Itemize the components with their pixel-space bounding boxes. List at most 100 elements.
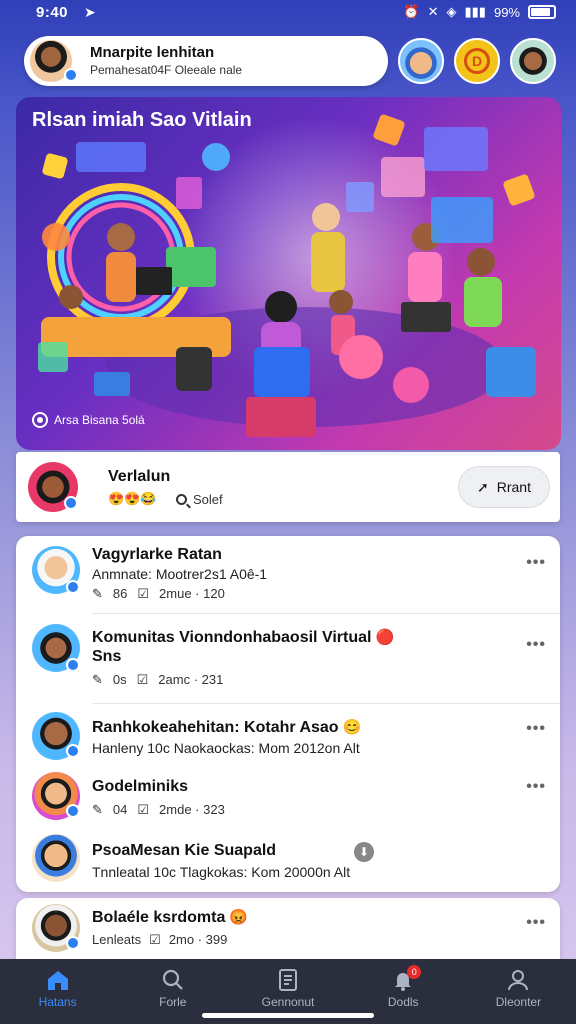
list-item[interactable]: PsoaMesan Kie Suapald ⬇ Tnnleatal 10c Tl… [16,828,560,892]
list-item[interactable]: Ranhkokeahehitan: Kotahr Asao 😊 Hanleny 1… [16,704,560,766]
list-item-stats: ✎ 04 ☑ 2mde · 323 [92,802,225,818]
list-item-stats: Lenleats ☑ 2mo · 399 [92,932,227,948]
stat-time: 2mo · 399 [168,932,228,947]
featured-card[interactable]: Verlalun 😍😍😂 Solef ➚ Rrant [16,452,560,522]
list-item-title: PsoaMesan Kie Suapald [92,842,277,859]
list-item[interactable]: Komunitas Vionndonhabaosil Virtual 🔴 Sns … [16,614,560,704]
more-options-button[interactable]: ••• [526,554,546,572]
battery-percent: 99% [493,4,520,20]
alarm-icon: ⏰ [403,4,420,19]
download-icon[interactable]: ⬇ [354,842,374,862]
badge-emoji: 🔴 [375,629,395,646]
list-item-title: Vagyrlarke Ratan [92,546,222,563]
search-icon [162,969,183,990]
list-item-stats: ✎ 86 ☑ 2mue · 120 [92,586,225,602]
stat-time: 2mde · 323 [159,802,225,817]
nav-home-label: Hatans [38,995,77,1009]
document-icon [279,969,297,991]
badge-emoji: 😡 [229,909,249,926]
status-time: 9:40 [36,4,69,21]
action-button[interactable]: ➚ Rrant [458,466,550,508]
banner-title: Rlsan imiah Sao Vitlain [32,109,252,131]
list-item-title: Bolaéle ksrdomta 😡 [92,908,248,927]
location-arrow-icon: ➤ [84,4,96,20]
search-icon [176,494,187,505]
verified-badge-icon [66,580,80,594]
coin-icon: D [464,48,490,74]
bottom-navigation: Hatans Forle Gennonut 0 Dodls Dleonter [0,959,576,1024]
verified-badge-icon [66,804,80,818]
nav-home[interactable]: Hatans [0,959,115,1024]
verified-badge-icon [64,496,78,510]
bell-icon: 0 [391,965,422,991]
action-button-label: Rrant [496,479,531,495]
record-icon [32,412,48,428]
list-item[interactable]: Godelminiks ✎ 04 ☑ 2mde · 323 ••• [16,766,560,828]
mute-icon: ✕ [427,4,439,19]
list-item-stats: ✎ 0s ☑ 2amc · 231 [92,672,223,688]
checkbox-icon: ☑ [136,672,149,687]
list-item-title-text: Komunitas Vionndonhabaosil Virtual [92,629,372,646]
list-item[interactable]: Bolaéle ksrdomta 😡 Lenleats ☑ 2mo · 399 •… [16,898,560,960]
battery-icon [528,5,556,19]
nav-notifications-label: Dodls [387,995,419,1009]
sort-label: Solef [193,492,223,507]
list-item-title-line2: Sns [92,648,122,665]
checkbox-icon: ☑ [149,932,161,947]
comment-icon: ✎ [92,672,103,687]
verified-badge-icon [66,936,80,950]
checkbox-icon: ☑ [137,802,150,817]
sort-control[interactable]: Solef [176,492,223,507]
more-options-button[interactable]: ••• [526,778,546,796]
profile-subtitle: Pemahesat04F Oleeale nale [90,63,243,77]
user-avatar-button[interactable] [510,38,556,84]
hero-banner[interactable]: Rlsan imiah Sao Vitlain [16,97,561,450]
list-item-subtitle: Anmnate: Mootrer2s1 A0ê-1 [92,566,268,582]
more-options-button[interactable]: ••• [526,914,546,932]
share-arrow-icon: ➚ [477,478,489,495]
more-options-button[interactable]: ••• [526,636,546,654]
list-item-avatar [32,834,80,882]
coins-button[interactable]: D [454,38,500,84]
list-item-title: Ranhkokeahehitan: Kotahr Asao 😊 [92,718,361,737]
list-item-title-text: Ranhkokeahehitan: Kotahr Asao [92,719,339,736]
reaction-emojis: 😍😍😂 [108,491,157,506]
comment-icon: ✎ [92,586,103,601]
list-item-subtitle: Tnnleatal 10c Tlagkokas: Kom 20000n Alt [92,864,351,880]
stat-count: 0s [112,672,127,687]
profile-pill[interactable]: Mnarpite lenhitan Pemahesat04F Oleeale n… [24,36,388,86]
signal-icon: ▮▮▮ [464,4,486,19]
list-item-title: Komunitas Vionndonhabaosil Virtual 🔴 [92,628,394,647]
banner-meta: Arsa Bisana 5olá [32,412,145,428]
hero-illustration [38,114,536,437]
stat-count: 86 [112,586,128,601]
checkbox-icon: ☑ [137,586,150,601]
notification-badge: 0 [407,965,422,979]
list-item-title-text: Bolaéle ksrdomta [92,909,226,926]
nav-search-label: Forle [159,995,187,1009]
wifi-icon: ◈ [446,4,457,19]
profile-name: Mnarpite lenhitan [90,44,215,61]
list-item-title: Godelminiks [92,778,189,795]
status-bar: 9:40 ➤ ⏰ ✕ ◈ ▮▮▮ 99% [0,0,576,28]
verified-badge-icon [64,68,78,82]
stat-time: 2mue · 120 [159,586,225,601]
list-item-subtitle: Hanleny 10c Naokaockas: Mom 2012on Alt [92,740,360,756]
verified-badge-icon [66,658,80,672]
home-indicator[interactable] [202,1013,374,1018]
profile-icon [508,970,529,991]
nav-documents-label: Gennonut [261,995,315,1009]
stat-count: 04 [112,802,128,817]
nav-profile[interactable]: Dleonter [461,959,576,1024]
friend-avatar-button[interactable] [398,38,444,84]
comment-icon: ✎ [92,802,103,817]
badge-emoji: 😊 [342,719,362,736]
more-options-button[interactable]: ••• [526,720,546,738]
list-item[interactable]: Vagyrlarke Ratan Anmnate: Mootrer2s1 A0ê… [16,536,560,614]
stat-time: 2amc · 231 [158,672,224,687]
verified-badge-icon [66,744,80,758]
community-list: Vagyrlarke Ratan Anmnate: Mootrer2s1 A0ê… [16,536,560,892]
list-item-subtitle: Lenleats [92,932,142,947]
featured-title: Verlalun [108,468,171,485]
status-icons: ⏰ ✕ ◈ ▮▮▮ 99% [403,4,556,20]
